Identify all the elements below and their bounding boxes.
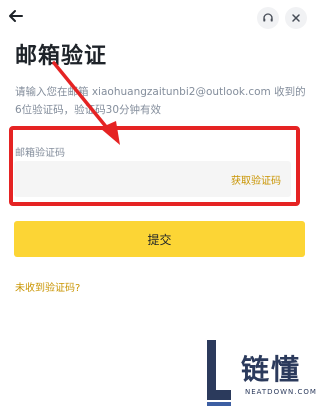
email-code-input[interactable] [22,161,226,199]
watermark-logo-icon [207,340,231,406]
watermark: 链懂 NEATDOWN.COM [205,340,317,408]
get-code-button[interactable]: 获取验证码 [231,172,281,187]
code-input-container: 获取验证码 [14,161,291,199]
headset-icon[interactable] [257,7,279,29]
page-title: 邮箱验证 [15,44,108,69]
email-verification-screen: 邮箱验证 请输入您在邮箱 xiaohuangzaitunbi2@outlook.… [0,0,321,412]
no-code-link[interactable]: 未收到验证码? [15,279,80,294]
watermark-domain: NEATDOWN.COM [245,388,317,396]
arrow-left-icon[interactable] [8,8,30,28]
verification-description: 请输入您在邮箱 xiaohuangzaitunbi2@outlook.com 收… [15,86,306,116]
submit-button[interactable]: 提交 [14,221,305,257]
code-field-label: 邮箱验证码 [15,148,65,159]
close-icon[interactable] [285,7,307,29]
watermark-brand: 链懂 [241,353,302,386]
